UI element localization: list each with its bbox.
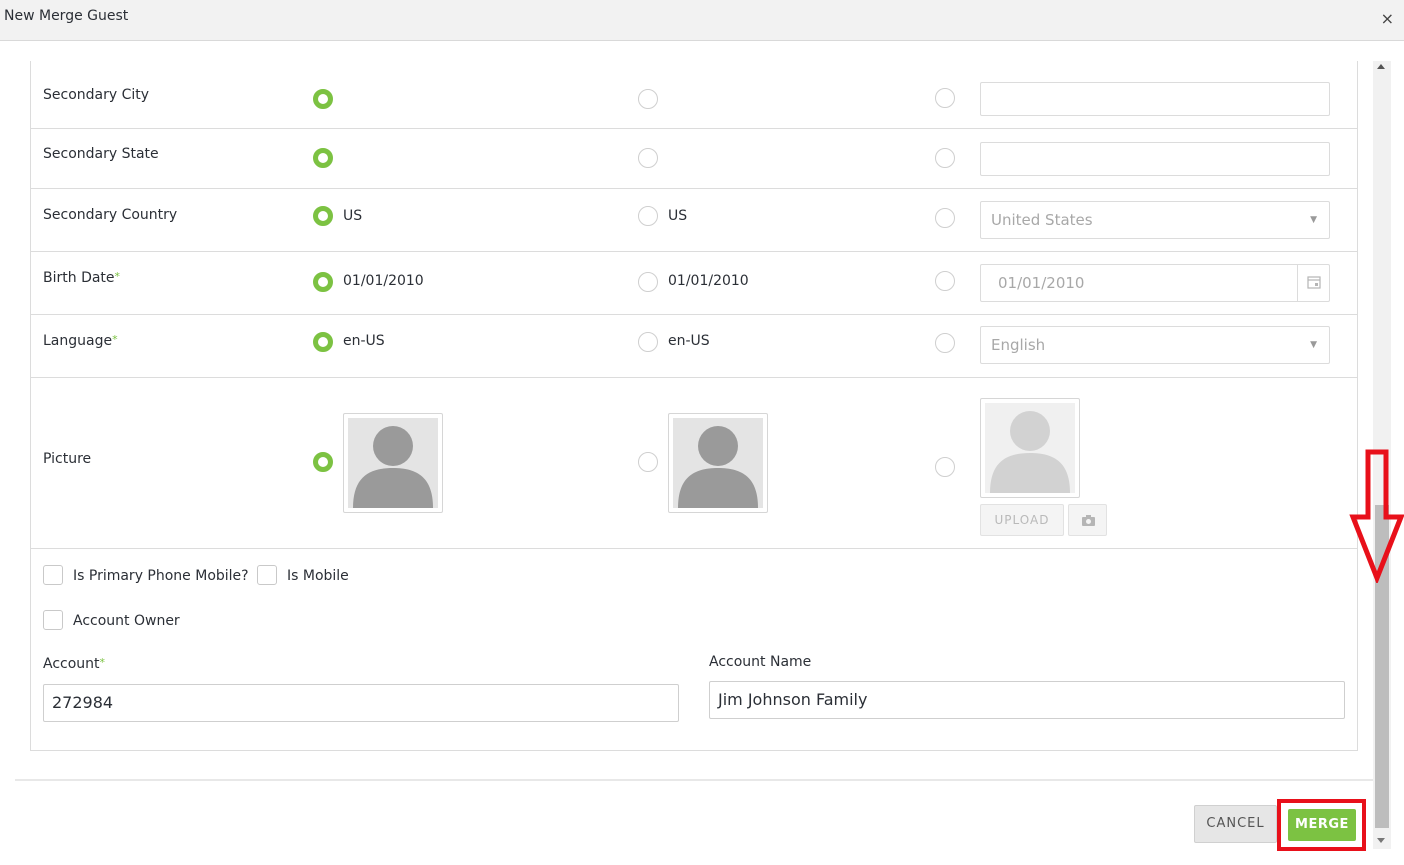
option-1-value: 01/01/2010: [343, 273, 424, 289]
chevron-down-icon: ▼: [1310, 215, 1317, 225]
field-label: Secondary State: [43, 146, 159, 162]
radio-option-1[interactable]: [313, 89, 333, 109]
primary-phone-mobile-checkbox[interactable]: [43, 565, 63, 585]
avatar-placeholder-icon: [348, 418, 438, 508]
radio-option-2[interactable]: [638, 452, 658, 472]
field-label: Picture: [43, 451, 92, 467]
option-2-value: US: [668, 208, 688, 224]
account-owner-label: Account Owner: [73, 613, 180, 629]
scroll-down-icon[interactable]: [1377, 838, 1385, 843]
primary-phone-mobile-label: Is Primary Phone Mobile?: [73, 568, 249, 584]
radio-option-custom[interactable]: [935, 457, 955, 477]
is-mobile-checkbox[interactable]: [257, 565, 277, 585]
secondary-country-select[interactable]: United States ▼: [980, 201, 1330, 239]
radio-option-1[interactable]: [313, 272, 333, 292]
avatar-placeholder-icon: [673, 418, 763, 508]
label-text: Language: [43, 333, 113, 349]
avatar-option-1: [343, 413, 443, 513]
radio-option-2[interactable]: [638, 332, 658, 352]
radio-option-custom[interactable]: [935, 148, 955, 168]
field-label: Secondary Country: [43, 207, 178, 223]
upload-button[interactable]: UPLOAD: [980, 504, 1064, 536]
avatar-option-2: [668, 413, 768, 513]
option-1-value: US: [343, 208, 363, 224]
account-name-input[interactable]: Jim Johnson Family: [709, 681, 1345, 719]
radio-option-1[interactable]: [313, 332, 333, 352]
account-owner-checkbox[interactable]: [43, 610, 63, 630]
avatar-upload-preview: [980, 398, 1080, 498]
row-birth-date: Birth Date* 01/01/2010 01/01/2010 01/01/…: [31, 252, 1357, 315]
scroll-up-icon[interactable]: [1377, 64, 1385, 69]
label-text: Account: [43, 656, 100, 672]
radio-option-2[interactable]: [638, 89, 658, 109]
radio-option-2[interactable]: [638, 206, 658, 226]
option-1-value: en-US: [343, 333, 385, 349]
row-secondary-state: Secondary State: [31, 129, 1357, 189]
arrow-down-annotation: [1349, 449, 1404, 583]
language-select[interactable]: English ▼: [980, 326, 1330, 364]
radio-option-custom[interactable]: [935, 271, 955, 291]
dialog-titlebar: New Merge Guest ×: [0, 0, 1404, 41]
select-value: United States: [991, 211, 1093, 229]
select-value: English: [991, 336, 1046, 354]
merge-button[interactable]: MERGE: [1288, 809, 1356, 841]
field-label: Secondary City: [43, 87, 150, 103]
radio-option-1[interactable]: [313, 148, 333, 168]
dialog-title: New Merge Guest: [4, 8, 129, 24]
required-marker: *: [99, 656, 106, 669]
camera-button[interactable]: [1068, 504, 1107, 536]
field-label: Language*: [43, 333, 118, 349]
close-icon[interactable]: ×: [1381, 11, 1394, 27]
footer-divider: [15, 779, 1373, 781]
is-mobile-label: Is Mobile: [287, 568, 349, 584]
radio-option-2[interactable]: [638, 272, 658, 292]
option-2-value: en-US: [668, 333, 710, 349]
required-marker: *: [112, 333, 118, 346]
field-label: Birth Date*: [43, 270, 120, 286]
birth-date-input[interactable]: 01/01/2010: [980, 264, 1330, 302]
account-name-label: Account Name: [709, 654, 812, 670]
secondary-state-input[interactable]: [980, 142, 1330, 176]
label-text: Birth Date: [43, 270, 115, 286]
date-value: 01/01/2010: [998, 274, 1085, 292]
secondary-city-input[interactable]: [980, 82, 1330, 116]
account-label: Account*: [43, 656, 105, 672]
cancel-button[interactable]: CANCEL: [1194, 805, 1277, 843]
merge-form: Secondary City Secondary State Secondary…: [30, 61, 1358, 751]
avatar-placeholder-icon: [985, 403, 1075, 493]
row-secondary-country: Secondary Country US US United States ▼: [31, 189, 1357, 252]
radio-option-1[interactable]: [313, 452, 333, 472]
required-marker: *: [114, 270, 121, 283]
radio-option-2[interactable]: [638, 148, 658, 168]
radio-option-custom[interactable]: [935, 88, 955, 108]
row-picture: Picture: [31, 378, 1357, 549]
calendar-icon[interactable]: [1297, 265, 1329, 301]
option-2-value: 01/01/2010: [668, 273, 749, 289]
row-language: Language* en-US en-US English ▼: [31, 315, 1357, 378]
chevron-down-icon: ▼: [1310, 340, 1317, 350]
row-secondary-city: Secondary City: [31, 69, 1357, 129]
radio-option-custom[interactable]: [935, 208, 955, 228]
account-input[interactable]: 272984: [43, 684, 679, 722]
radio-option-1[interactable]: [313, 206, 333, 226]
radio-option-custom[interactable]: [935, 333, 955, 353]
camera-icon: [1082, 515, 1095, 526]
